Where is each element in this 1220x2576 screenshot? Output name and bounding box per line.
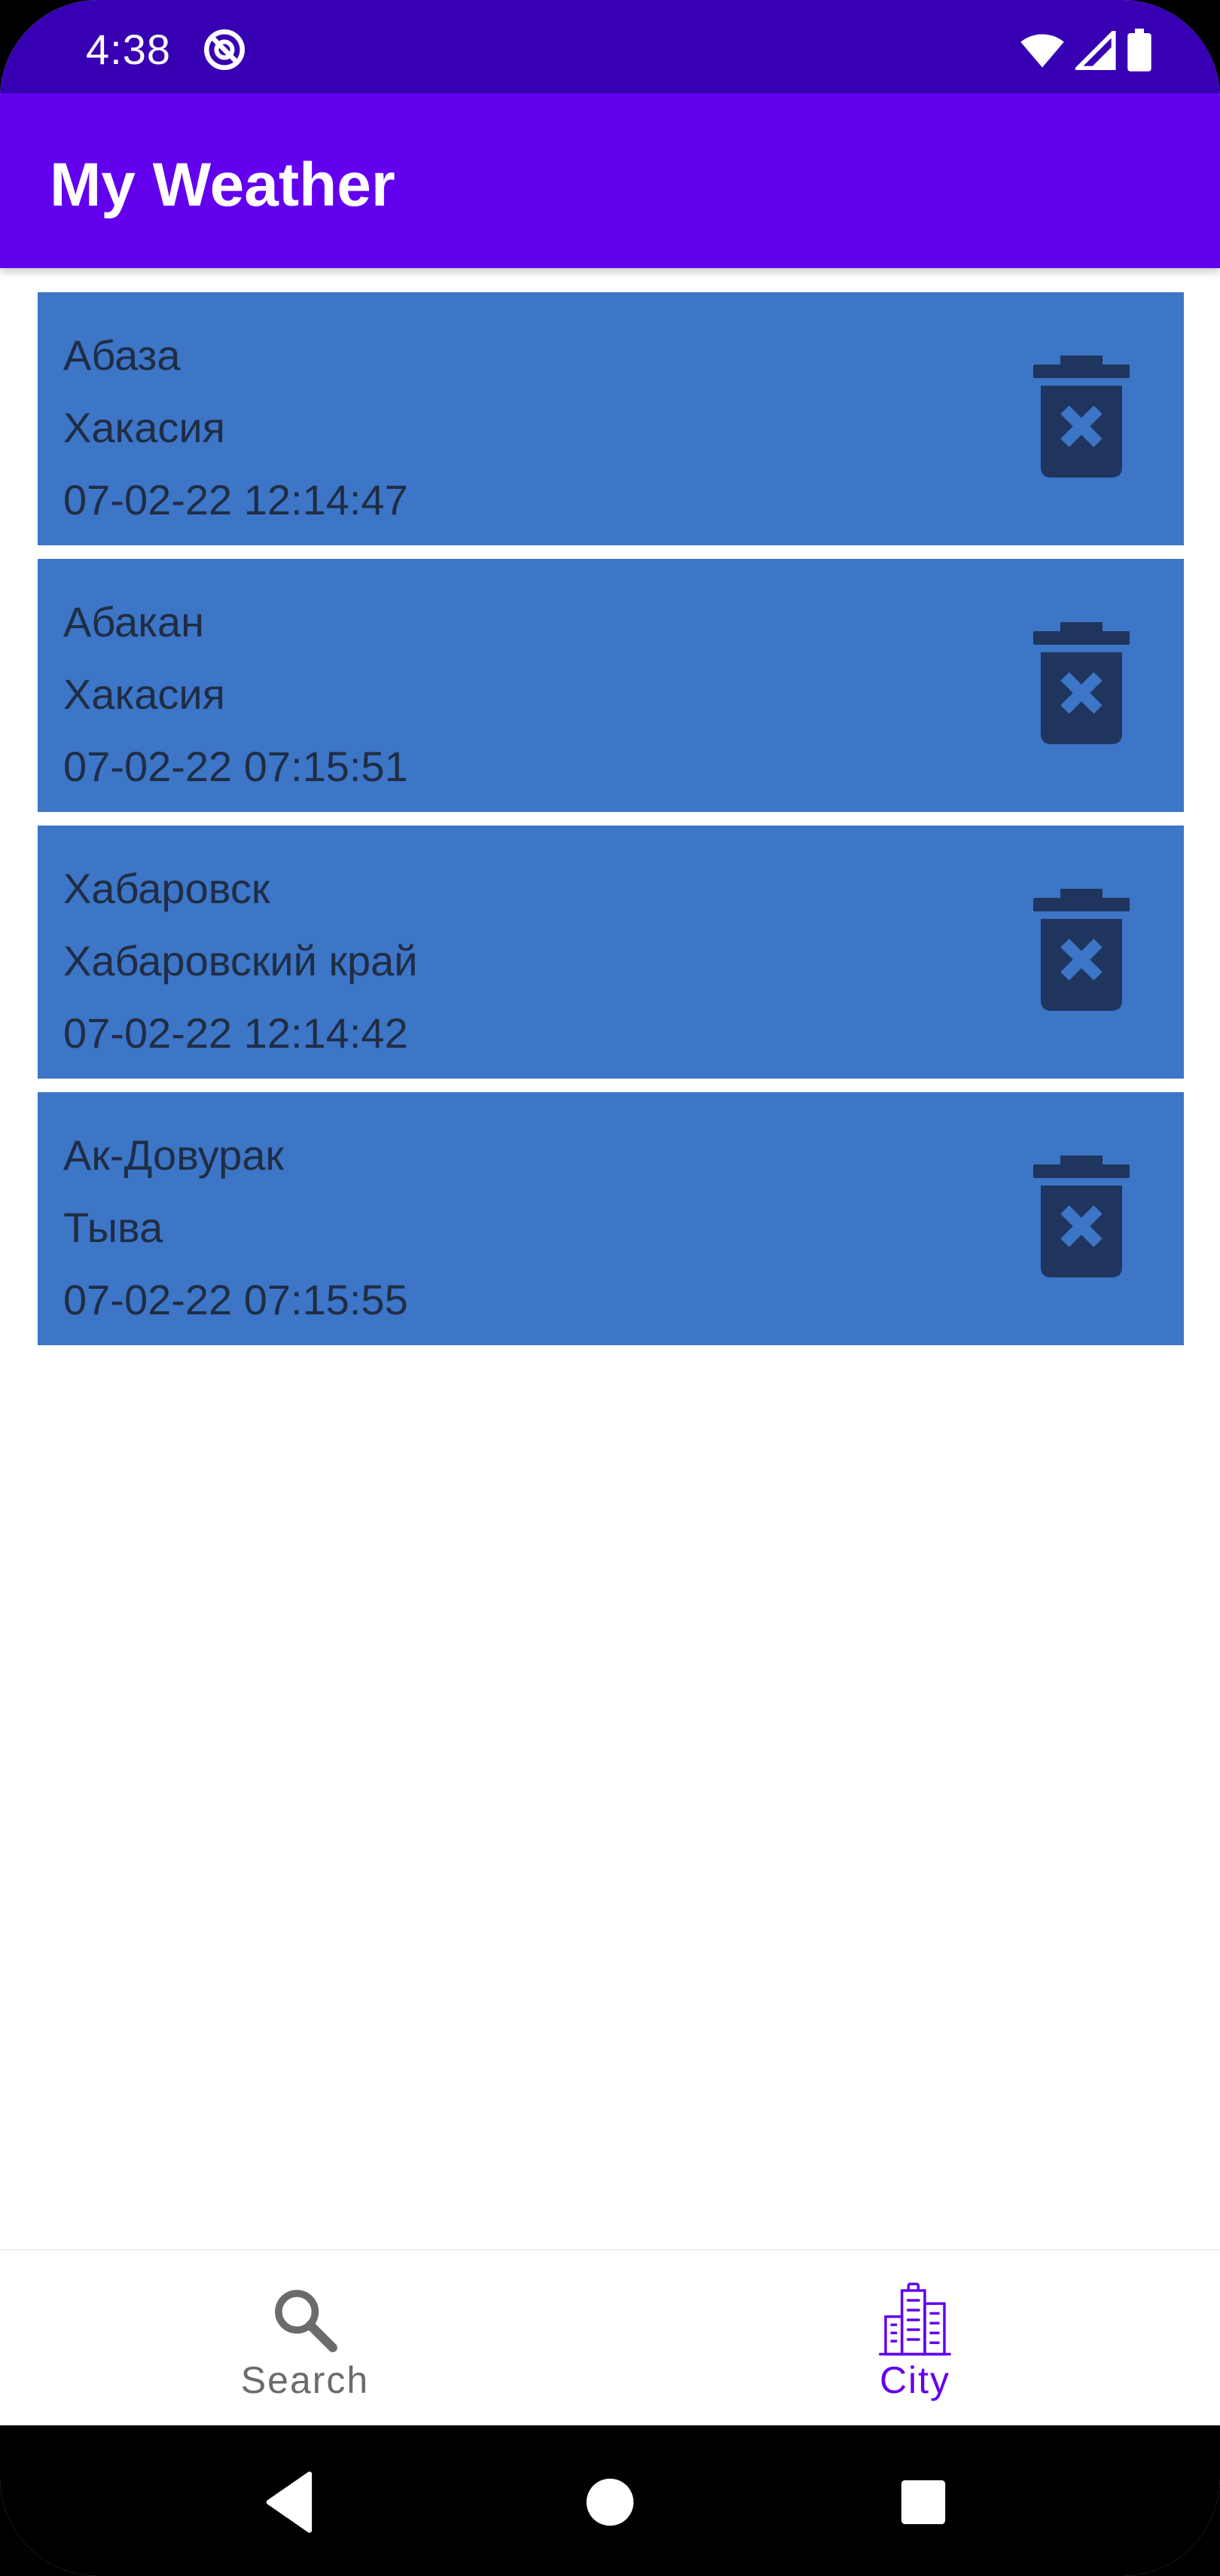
status-bar: 4:38 [0,0,1220,93]
city-timestamp: 07-02-22 07:15:55 [63,1276,408,1323]
app-bar: My Weather [0,93,1220,268]
delete-icon[interactable] [1033,1155,1130,1279]
signal-icon [1075,31,1116,70]
home-icon[interactable] [572,2465,648,2540]
city-name: Хабаровск [63,865,270,912]
city-name: Абакан [63,598,205,646]
sync-disabled-icon [204,29,245,70]
battery-icon [1127,29,1151,72]
status-time: 4:38 [86,26,171,73]
city-name: Абаза [63,331,181,379]
city-region: Хакасия [63,670,225,718]
search-icon [275,2290,337,2352]
city-card-text: Хабаровск Хабаровский край 07-02-22 12:1… [63,853,418,1070]
wifi-icon [1020,34,1064,68]
app-title: My Weather [50,151,395,219]
city-region: Хабаровский край [63,937,418,984]
nav-item-city[interactable]: City [610,2251,1220,2427]
recents-icon[interactable] [886,2465,961,2540]
city-card[interactable]: Ак-Довурак Тыва 07-02-22 07:15:55 [38,1092,1184,1345]
city-list: Абаза Хакасия 07-02-22 12:14:47 Абакан Х… [38,292,1184,1359]
city-card-text: Абаза Хакасия 07-02-22 12:14:47 [63,319,408,536]
delete-icon[interactable] [1033,356,1130,479]
city-timestamp: 07-02-22 12:14:42 [63,1009,408,1057]
city-icon [879,2282,951,2356]
nav-item-search[interactable]: Search [0,2251,610,2427]
city-region: Хакасия [63,404,225,451]
city-card[interactable]: Хабаровск Хабаровский край 07-02-22 12:1… [38,826,1184,1079]
status-icons [1020,29,1152,72]
city-name: Ак-Довурак [63,1131,284,1179]
city-timestamp: 07-02-22 12:14:47 [63,476,408,523]
city-card[interactable]: Абакан Хакасия 07-02-22 07:15:51 [38,559,1184,812]
city-card-text: Абакан Хакасия 07-02-22 07:15:51 [63,586,408,803]
city-region: Тыва [63,1204,163,1251]
system-navigation-bar [0,2425,1220,2576]
nav-label-city: City [879,2359,951,2401]
city-timestamp: 07-02-22 07:15:51 [63,743,408,790]
nav-label-search: Search [240,2359,370,2401]
bottom-navigation: Search City [0,2249,1220,2427]
city-card[interactable]: Абаза Хакасия 07-02-22 12:14:47 [38,292,1184,545]
delete-icon[interactable] [1033,889,1130,1012]
phone-screen: 4:38 My Weather Абаза Хакасия 07-02-22 1… [0,0,1220,2576]
delete-icon[interactable] [1033,622,1130,746]
back-icon[interactable] [253,2465,328,2540]
city-card-text: Ак-Довурак Тыва 07-02-22 07:15:55 [63,1119,408,1336]
